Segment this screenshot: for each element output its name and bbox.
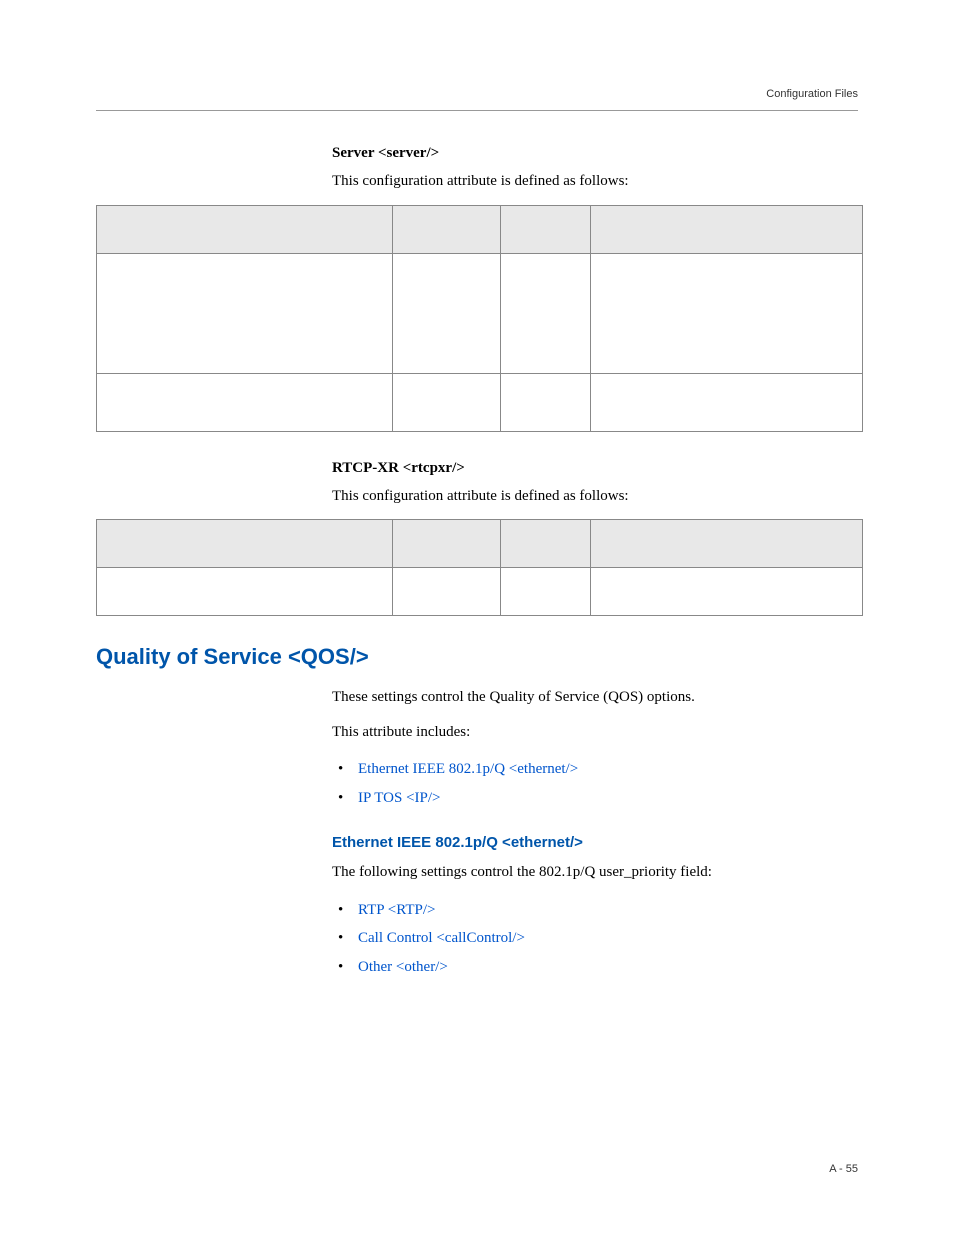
- link-other[interactable]: Other <other/>: [358, 959, 448, 975]
- table-header-cell: [501, 205, 591, 253]
- table-cell: [97, 253, 393, 373]
- table-cell: [501, 253, 591, 373]
- table-header-row: [97, 205, 863, 253]
- table-cell: [393, 568, 501, 616]
- table-row: [97, 373, 863, 431]
- table-header-cell: [393, 520, 501, 568]
- table-header-cell: [97, 520, 393, 568]
- table-cell: [97, 373, 393, 431]
- table-cell: [591, 373, 863, 431]
- rtcpxr-attribute-table: [96, 519, 863, 616]
- table-row: [97, 253, 863, 373]
- table-cell: [393, 253, 501, 373]
- table-cell: [97, 568, 393, 616]
- rtcpxr-section-heading: RTCP-XR <rtcpxr/>: [332, 460, 858, 477]
- table-header-cell: [591, 205, 863, 253]
- list-item: IP TOS <IP/>: [332, 784, 858, 813]
- qos-bullet-list: Ethernet IEEE 802.1p/Q <ethernet/> IP TO…: [332, 755, 858, 812]
- ethernet-bullet-list: RTP <RTP/> Call Control <callControl/> O…: [332, 896, 858, 982]
- table-cell: [393, 373, 501, 431]
- link-ip-tos[interactable]: IP TOS <IP/>: [358, 790, 441, 806]
- table-row: [97, 568, 863, 616]
- server-attribute-table: [96, 205, 863, 432]
- list-item: RTP <RTP/>: [332, 896, 858, 925]
- header-rule: [96, 110, 858, 111]
- page-number: A - 55: [829, 1163, 858, 1175]
- list-item: Call Control <callControl/>: [332, 924, 858, 953]
- list-item: Ethernet IEEE 802.1p/Q <ethernet/>: [332, 755, 858, 784]
- table-header-row: [97, 520, 863, 568]
- table-header-cell: [97, 205, 393, 253]
- link-rtp[interactable]: RTP <RTP/>: [358, 902, 436, 918]
- link-ethernet[interactable]: Ethernet IEEE 802.1p/Q <ethernet/>: [358, 761, 578, 777]
- ethernet-intro-text: The following settings control the 802.1…: [332, 861, 858, 884]
- running-header: Configuration Files: [96, 88, 858, 108]
- table-cell: [501, 568, 591, 616]
- table-cell: [501, 373, 591, 431]
- rtcpxr-intro-text: This configuration attribute is defined …: [332, 485, 858, 508]
- table-header-cell: [591, 520, 863, 568]
- qos-para-2: This attribute includes:: [332, 721, 858, 744]
- link-callcontrol[interactable]: Call Control <callControl/>: [358, 930, 525, 946]
- table-header-cell: [393, 205, 501, 253]
- server-section-heading: Server <server/>: [332, 145, 858, 162]
- list-item: Other <other/>: [332, 953, 858, 982]
- table-cell: [591, 568, 863, 616]
- table-cell: [591, 253, 863, 373]
- ethernet-heading: Ethernet IEEE 802.1p/Q <ethernet/>: [332, 834, 858, 851]
- table-header-cell: [501, 520, 591, 568]
- qos-heading: Quality of Service <QOS/>: [96, 644, 858, 670]
- server-intro-text: This configuration attribute is defined …: [332, 170, 858, 193]
- qos-para-1: These settings control the Quality of Se…: [332, 686, 858, 709]
